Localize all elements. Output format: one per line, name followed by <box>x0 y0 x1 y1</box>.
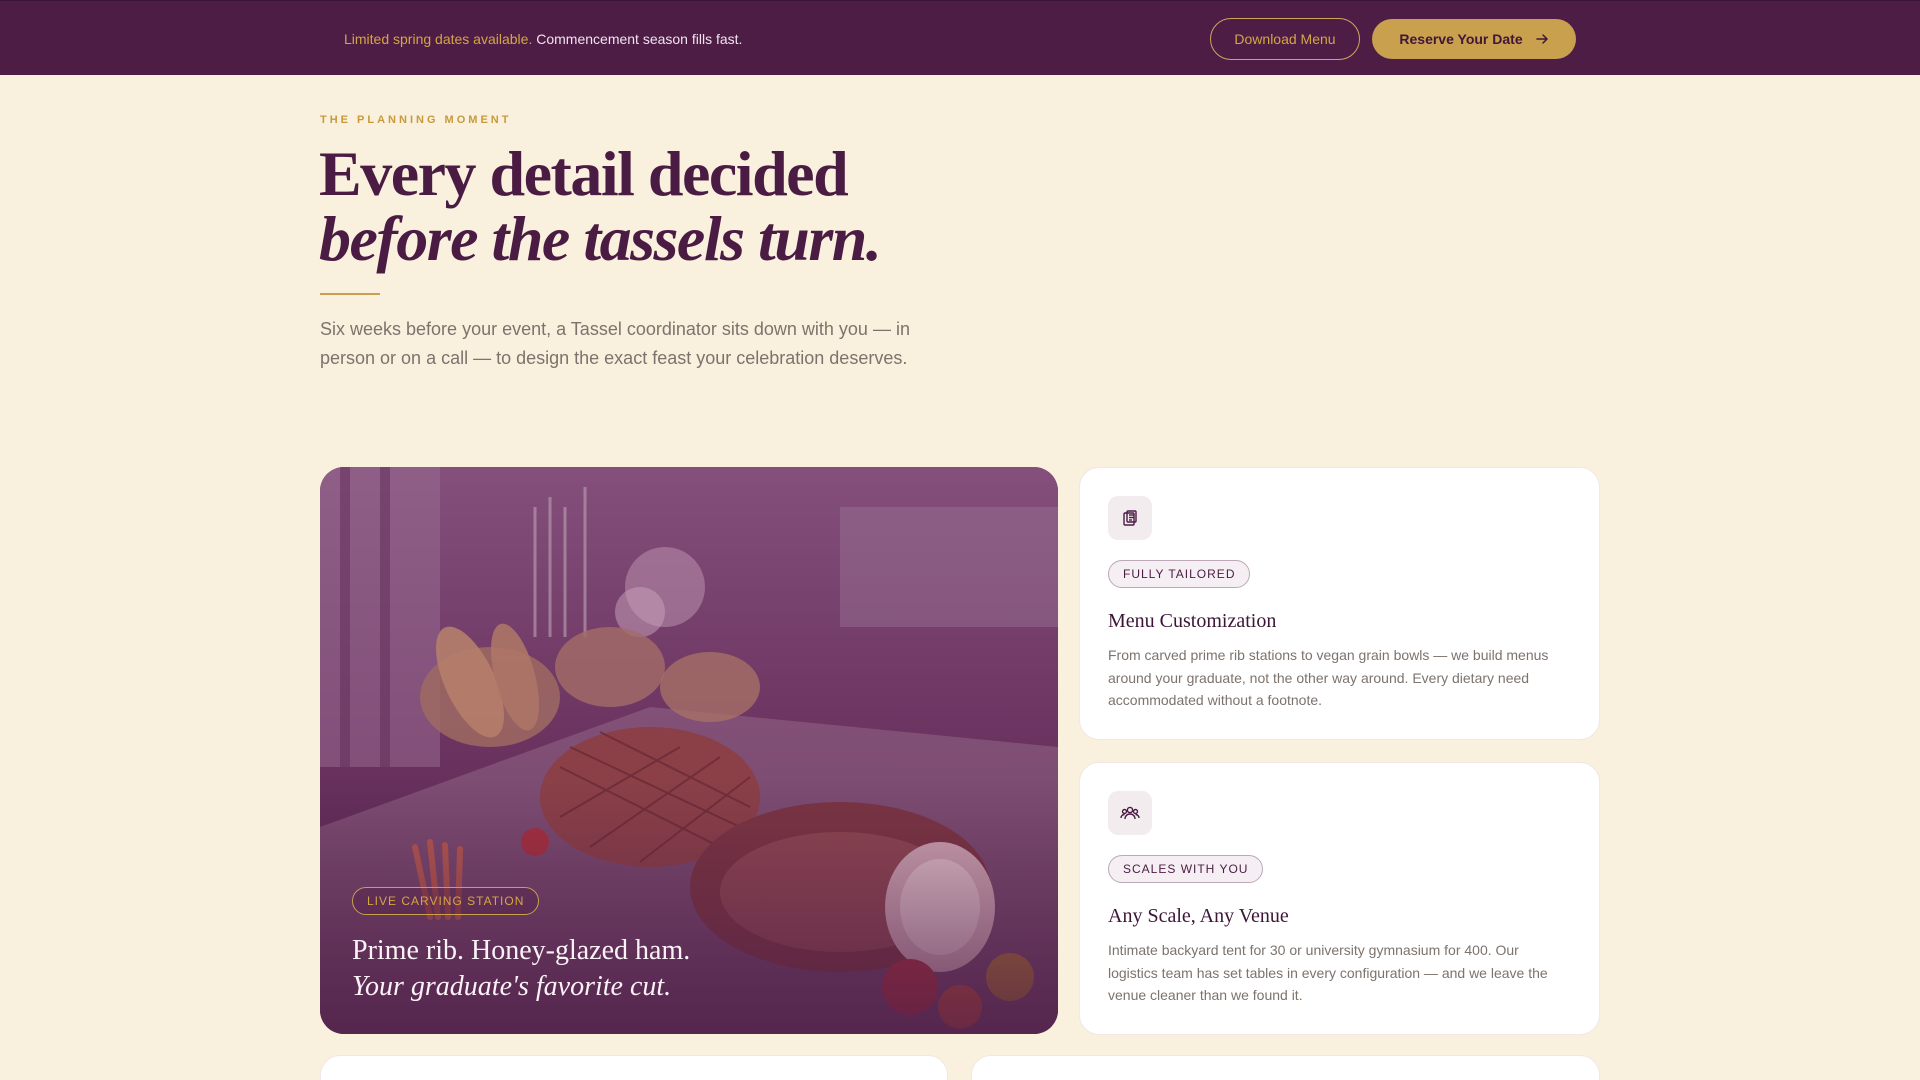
next-card-left <box>320 1055 948 1080</box>
scales-with-you-tag: SCALES WITH YOU <box>1108 855 1264 883</box>
clipboard-icon <box>1108 496 1152 540</box>
feature-image-caption: Prime rib. Honey-glazed ham. Your gradua… <box>352 933 690 1005</box>
section-eyebrow: THE PLANNING MOMENT <box>320 114 512 126</box>
card-body: Intimate backyard tent for 30 or univers… <box>1108 942 1548 1003</box>
announcement-text: Limited spring dates available. Commence… <box>344 31 742 47</box>
group-icon <box>1108 791 1152 835</box>
fully-tailored-tag: FULLY TAILORED <box>1108 560 1251 588</box>
title-line-2: before the tassels turn. <box>319 203 882 274</box>
card-body: From carved prime rib stations to vegan … <box>1108 647 1549 708</box>
carving-station-image-card: LIVE CARVING STATION Prime rib. Honey-gl… <box>320 467 1058 1034</box>
caption-line-2: Your graduate's favorite cut. <box>352 971 672 1002</box>
live-carving-badge: LIVE CARVING STATION <box>352 887 540 915</box>
arrow-right-icon <box>1535 34 1548 44</box>
announcement-rest: Commencement season fills fast. <box>536 31 743 47</box>
caption-line-1: Prime rib. Honey-glazed ham. <box>352 935 691 966</box>
reserve-date-label: Reserve Your Date <box>1399 31 1523 47</box>
announcement-bar: Limited spring dates available. Commence… <box>0 0 1920 75</box>
any-scale-card: SCALES WITH YOU Any Scale, Any Venue Int… <box>1079 762 1600 1035</box>
title-line-1: Every detail decided <box>319 138 849 209</box>
title-divider <box>320 293 380 295</box>
announcement-accent: Limited spring dates available. <box>344 31 533 47</box>
page-title: Every detail decided before the tassels … <box>319 142 882 274</box>
download-menu-button[interactable]: Download Menu <box>1210 18 1360 60</box>
menu-customization-card: FULLY TAILORED Menu Customization From c… <box>1079 467 1600 740</box>
hero-lead-text: Six weeks before your event, a Tassel co… <box>320 319 910 368</box>
next-card-right <box>971 1055 1600 1080</box>
card-title: Menu Customization <box>1108 610 1277 632</box>
card-title: Any Scale, Any Venue <box>1108 905 1289 927</box>
reserve-date-button[interactable]: Reserve Your Date <box>1372 19 1576 59</box>
